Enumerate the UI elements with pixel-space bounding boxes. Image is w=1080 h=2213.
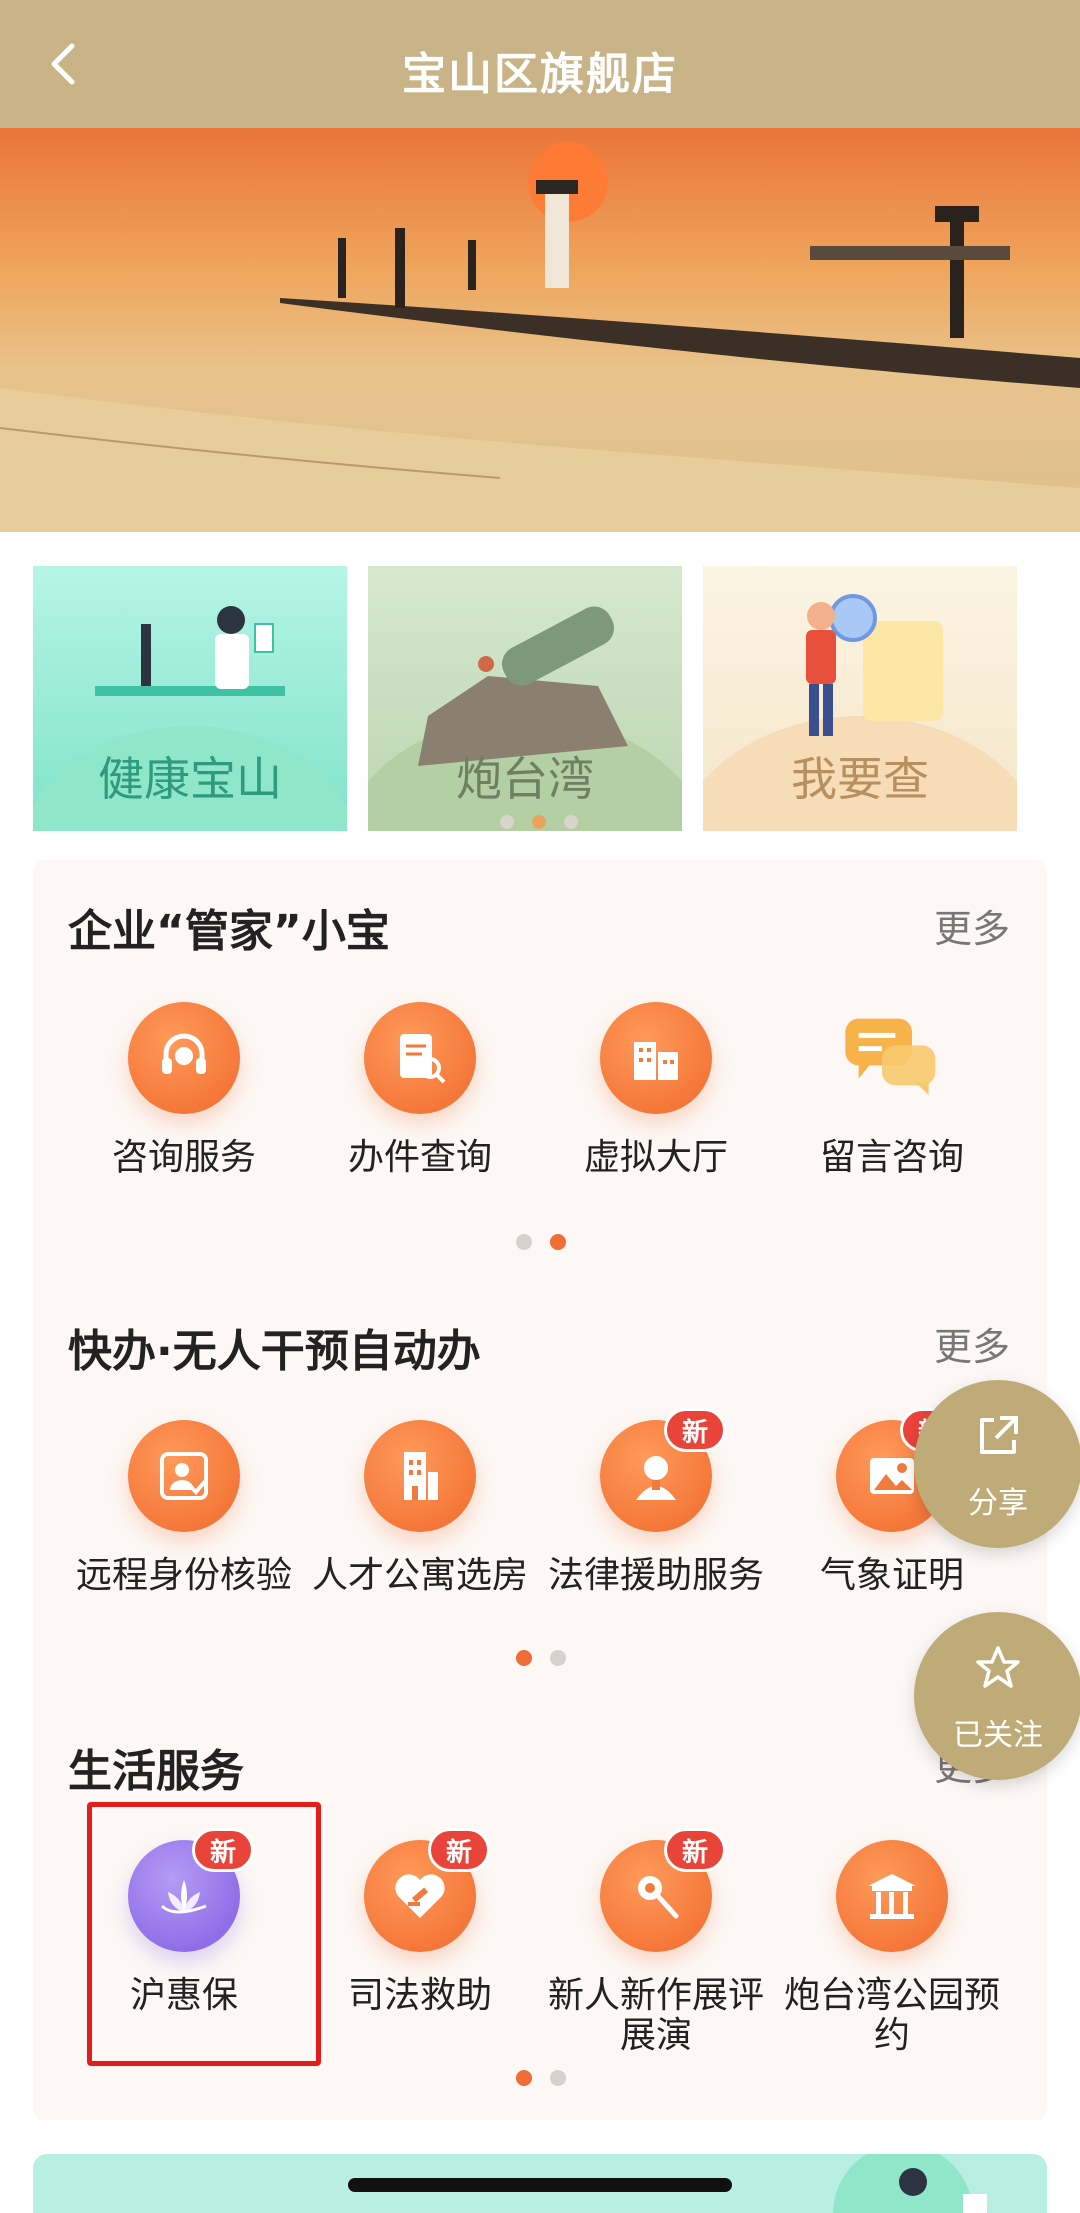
service-label: 法律援助服务 [547, 1555, 764, 1596]
section-title-quick: 快办·无人干预自动办 [68, 1326, 481, 1377]
new-badge: 新 [428, 1828, 490, 1872]
apartment-icon [364, 1420, 476, 1532]
service-label: 留言咨询 [819, 1137, 964, 1178]
document-search-icon [364, 1002, 476, 1114]
card-label: 健康宝山 [98, 752, 282, 806]
follow-button[interactable]: 已关注 [914, 1612, 1080, 1780]
star-icon [976, 1646, 1020, 1688]
candy-icon: 新 [600, 1828, 726, 1952]
pavilion-icon [836, 1840, 948, 1952]
service-talent-apartment[interactable]: 人才公寓选房 [310, 1420, 530, 1596]
share-icon [980, 1416, 1018, 1454]
chat-bubbles-icon [836, 1002, 948, 1114]
service-judicial-aid[interactable]: 新 司法救助 [310, 1828, 530, 2016]
headset-icon [128, 1002, 240, 1114]
pager-dot [550, 1650, 566, 1666]
service-label: 新人新作展评展演 [547, 1975, 764, 2056]
carousel-dot [564, 815, 578, 829]
card-paotaiwan[interactable]: 炮台湾 [368, 566, 682, 831]
highlight-box [87, 1802, 321, 2066]
carousel-dot-active [532, 815, 546, 829]
service-new-works-show[interactable]: 新 新人新作展评展演 [546, 1828, 766, 2056]
pager-enterprise [516, 1234, 566, 1250]
page-title: 宝山区旗舰店 [402, 49, 678, 100]
service-label: 咨询服务 [111, 1137, 256, 1178]
service-case-query[interactable]: 办件查询 [310, 1002, 530, 1178]
service-consult[interactable]: 咨询服务 [74, 1002, 294, 1178]
pager-dot-active [550, 1234, 566, 1250]
service-legal-aid[interactable]: 新 法律援助服务 [546, 1408, 766, 1596]
share-label: 分享 [968, 1486, 1028, 1521]
service-label: 气象证明 [819, 1555, 964, 1596]
service-label: 炮台湾公园预约 [783, 1975, 1000, 2056]
section-title-enterprise: 企业“管家”小宝 [68, 906, 390, 957]
lawyer-icon: 新 [600, 1408, 726, 1532]
home-indicator[interactable] [348, 2178, 732, 2192]
more-button-quick[interactable]: 更多 [934, 1316, 1010, 1371]
pager-dot-active [516, 1650, 532, 1666]
pager-dot [516, 1234, 532, 1250]
pager-quick [516, 1650, 566, 1666]
card-search[interactable]: 我要查 [703, 566, 1017, 831]
service-virtual-hall[interactable]: 虚拟大厅 [546, 1002, 766, 1178]
hero-banner-image[interactable] [0, 128, 1080, 532]
card-health-baoshan[interactable]: 健康宝山 [33, 566, 347, 831]
new-badge: 新 [664, 1408, 726, 1452]
id-verify-icon [128, 1420, 240, 1532]
section-title-life: 生活服务 [68, 1746, 244, 1797]
service-label: 远程身份核验 [75, 1555, 292, 1596]
card-carousel-indicator [500, 815, 578, 829]
building-icon [600, 1002, 712, 1114]
pager-dot [550, 2070, 566, 2086]
card-label: 炮台湾 [456, 752, 594, 806]
carousel-dot [500, 815, 514, 829]
more-button-enterprise[interactable]: 更多 [934, 898, 1010, 953]
new-badge: 新 [664, 1828, 726, 1872]
heart-aid-icon: 新 [364, 1828, 490, 1952]
feature-cards: 健康宝山 炮台湾 我要查 [33, 566, 1053, 831]
follow-label: 已关注 [953, 1718, 1043, 1753]
service-message[interactable]: 留言咨询 [782, 1002, 1002, 1178]
service-label: 人才公寓选房 [311, 1555, 528, 1596]
service-remote-id[interactable]: 远程身份核验 [74, 1420, 294, 1596]
service-paotaiwan-park-booking[interactable]: 炮台湾公园预约 [782, 1840, 1002, 2056]
pager-life [516, 2070, 566, 2086]
nav-bar: 宝山区旗舰店 [0, 0, 1080, 128]
card-label: 我要查 [791, 752, 929, 806]
share-button[interactable]: 分享 [914, 1380, 1080, 1548]
service-label: 虚拟大厅 [583, 1137, 728, 1178]
service-label: 办件查询 [347, 1137, 492, 1178]
service-label: 司法救助 [347, 1975, 492, 2016]
pager-dot-active [516, 2070, 532, 2086]
